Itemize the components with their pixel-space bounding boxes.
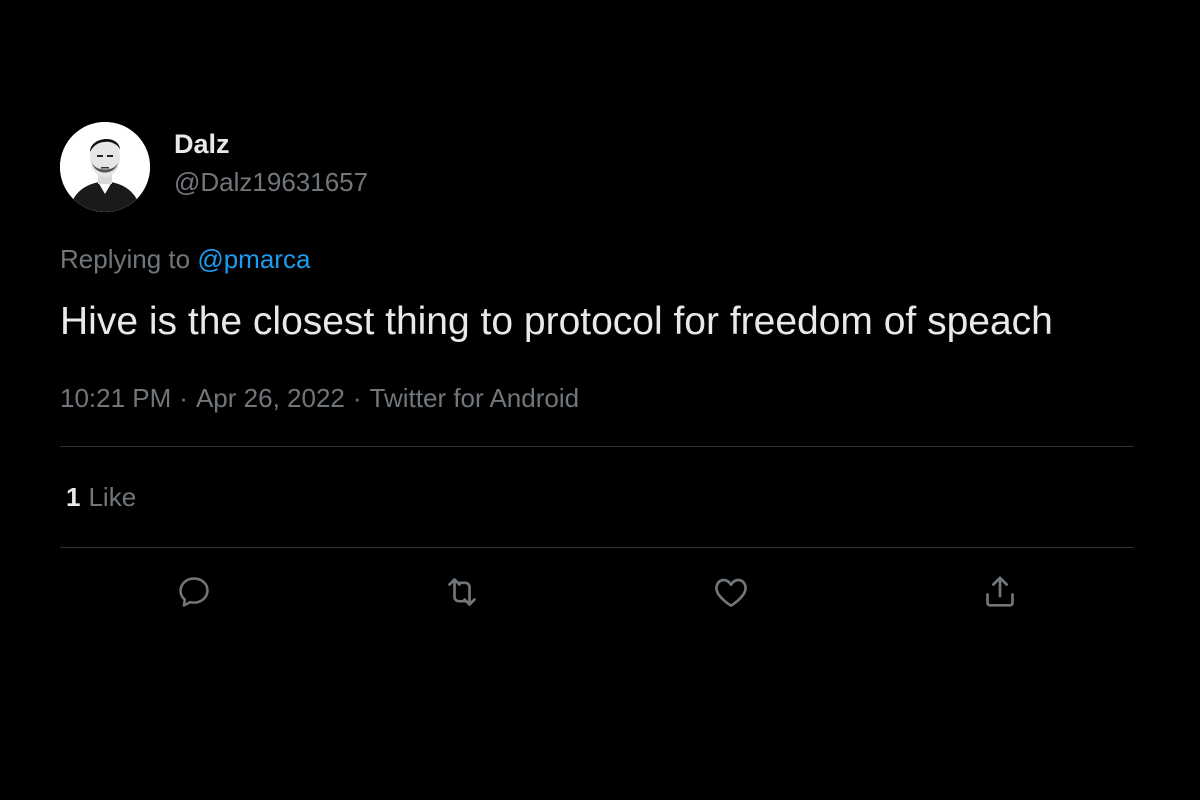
like-count[interactable]: 1 <box>66 482 80 513</box>
like-icon <box>715 578 747 607</box>
tweet-date[interactable]: Apr 26, 2022 <box>196 383 345 413</box>
tweet-time[interactable]: 10:21 PM <box>60 383 171 413</box>
display-name[interactable]: Dalz <box>174 127 368 161</box>
retweet-button[interactable] <box>442 572 482 612</box>
tweet: Dalz @Dalz19631657 Replying to @pmarca H… <box>60 122 1134 640</box>
tweet-text: Hive is the closest thing to protocol fo… <box>60 300 1053 343</box>
avatar-portrait-icon <box>60 122 150 212</box>
avatar[interactable] <box>60 122 150 212</box>
replying-to: Replying to @pmarca <box>60 242 1134 276</box>
like-button[interactable] <box>711 572 751 612</box>
replying-mention-link[interactable]: @pmarca <box>197 244 310 274</box>
tweet-actions <box>60 548 1134 640</box>
meta-separator: · <box>352 383 362 413</box>
meta-separator: · <box>179 383 188 413</box>
tweet-stats: 1 Like <box>60 447 1134 547</box>
share-icon <box>986 576 1014 607</box>
share-button[interactable] <box>980 572 1020 612</box>
reply-button[interactable] <box>174 572 214 612</box>
reply-icon <box>179 577 209 607</box>
tweet-meta: 10:21 PM · Apr 26, 2022 · Twitter for Androi… <box>60 381 1134 415</box>
tweet-source[interactable]: Twitter for Android <box>370 383 580 413</box>
author-names: Dalz @Dalz19631657 <box>174 127 368 199</box>
like-count-label[interactable]: Like <box>88 482 136 513</box>
user-handle[interactable]: @Dalz19631657 <box>174 165 368 199</box>
replying-prefix: Replying to <box>60 244 191 274</box>
retweet-icon <box>448 578 476 606</box>
tweet-header: Dalz @Dalz19631657 <box>60 122 1134 212</box>
